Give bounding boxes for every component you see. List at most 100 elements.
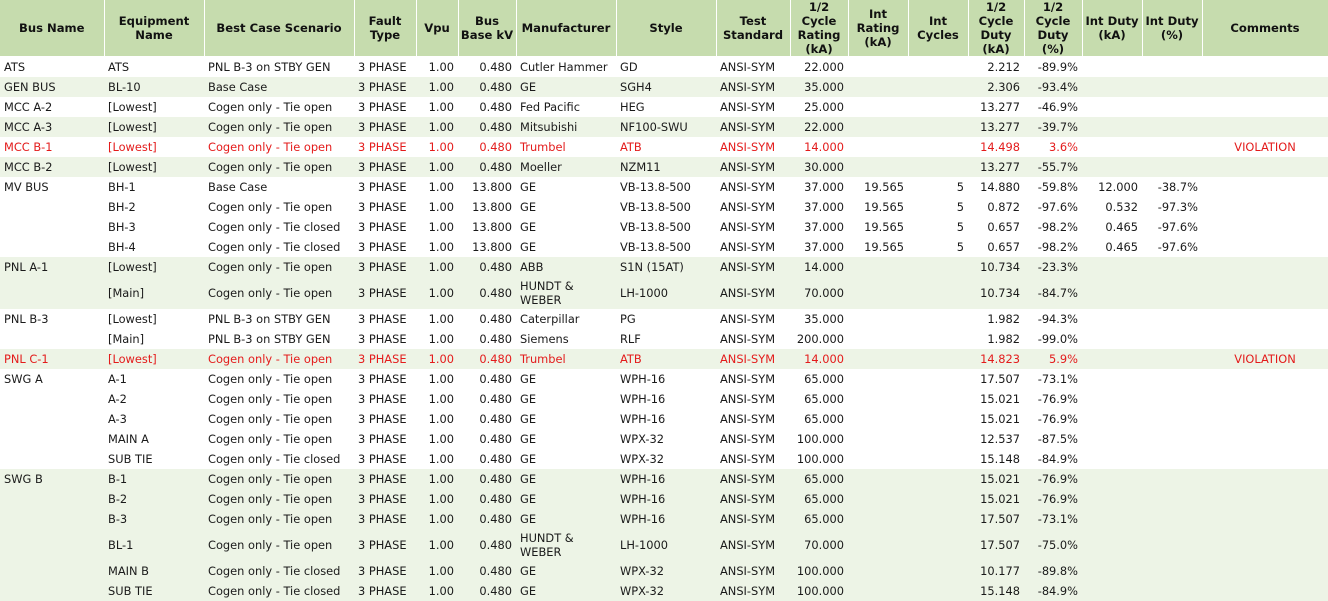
cell-half-cycle-duty-ka: 1.982 (987, 311, 1020, 326)
column-header-manufacturer[interactable]: Manufacturer (516, 0, 617, 57)
cell-manufacturer: GE (520, 371, 537, 386)
cell-int-cycles (908, 560, 968, 581)
cell-vpu: 1.00 (428, 371, 454, 386)
cell-half-cycle-duty-pct: -99.0% (1037, 331, 1078, 346)
column-header-int-duty-pct[interactable]: Int Duty (%) (1142, 0, 1203, 57)
table-row[interactable]: MV BUS BH-1 Base Case 3 PHASE 1.00 13.800 GE VB… (0, 177, 1328, 197)
table-row[interactable]: SUB TIE Cogen only - Tie closed 3 PHASE 1.0… (0, 580, 1328, 601)
cell-comments (1202, 389, 1328, 409)
table-row[interactable]: BL-1 Cogen only - Tie open 3 PHASE 1.00 0.48… (0, 528, 1328, 561)
table-row[interactable]: MCC B-1 [Lowest] Cogen only - Tie open 3 PH… (0, 137, 1328, 157)
table-row[interactable]: SWG B B-1 Cogen only - Tie open 3 PHASE 1.00… (0, 468, 1328, 489)
table-row[interactable]: BH-2 Cogen only - Tie open 3 PHASE 1.00 13.8… (0, 197, 1328, 217)
cell-int-rating (848, 369, 908, 389)
column-header-int-cycles[interactable]: Int Cycles (908, 0, 969, 57)
cell-half-cycle-duty-ka: 2.212 (987, 59, 1020, 74)
cell-bus-name (0, 197, 104, 217)
cell-int-duty-ka (1082, 528, 1142, 561)
table-row[interactable]: SWG A A-1 Cogen only - Tie open 3 PHASE 1.00… (0, 369, 1328, 389)
column-header-bus-name[interactable]: Bus Name (0, 0, 105, 57)
cell-comments (1202, 309, 1328, 329)
cell-half-cycle-duty-ka: 0.657 (987, 219, 1020, 234)
table-row[interactable]: PNL B-3 [Lowest] PNL B-3 on STBY GEN 3 PHAS… (0, 309, 1328, 329)
table-row[interactable]: SUB TIE Cogen only - Tie closed 3 PHASE 1.0… (0, 449, 1328, 469)
column-header-half-cycle-rating[interactable]: 1/2 Cycle Rating (kA) (790, 0, 849, 57)
cell-scenario: Cogen only - Tie open (208, 139, 333, 154)
table-row[interactable]: MAIN A Cogen only - Tie open 3 PHASE 1.00 0.… (0, 429, 1328, 449)
table-row[interactable]: [Main] PNL B-3 on STBY GEN 3 PHASE 1.00 0.48… (0, 329, 1328, 349)
cell-int-cycles (908, 508, 968, 529)
cell-test-standard: ANSI-SYM (716, 528, 790, 561)
cell-manufacturer: Moeller (516, 156, 616, 177)
cell-bus-base-kv: 0.480 (458, 156, 516, 177)
cell-comments (1202, 57, 1328, 77)
column-header-int-rating[interactable]: Int Rating (kA) (848, 0, 909, 57)
cell-comments (1202, 217, 1328, 237)
cell-fault-type: 3 PHASE (358, 371, 407, 386)
cell-half-cycle-duty-ka: 17.507 (968, 528, 1024, 561)
table-row[interactable]: [Main] Cogen only - Tie open 3 PHASE 1.00 0.… (0, 276, 1328, 309)
cell-equipment-name: [Lowest] (104, 348, 204, 369)
column-header-half-cycle-duty-ka[interactable]: 1/2 Cycle Duty (kA) (968, 0, 1025, 57)
table-row[interactable]: BH-4 Cogen only - Tie closed 3 PHASE 1.00 13… (0, 237, 1328, 257)
cell-int-cycles: 5 (956, 179, 964, 194)
cell-int-cycles (908, 449, 968, 469)
table-row[interactable]: PNL C-1 [Lowest] Cogen only - Tie open 3 PH… (0, 348, 1328, 369)
cell-bus-name: GEN BUS (0, 76, 104, 97)
cell-int-rating (848, 580, 908, 601)
column-header-equipment-name[interactable]: Equipment Name (104, 0, 205, 57)
table-row[interactable]: MCC A-2 [Lowest] Cogen only - Tie open 3 PH… (0, 97, 1328, 117)
cell-int-rating (848, 449, 908, 469)
cell-int-cycles (908, 528, 968, 561)
cell-style: HEG (620, 99, 645, 114)
column-header-style[interactable]: Style (616, 0, 717, 57)
cell-comments (1202, 488, 1328, 509)
table-row[interactable]: B-2 Cogen only - Tie open 3 PHASE 1.00 0.480… (0, 488, 1328, 509)
table-row[interactable]: PNL A-1 [Lowest] Cogen only - Tie open 3 PH… (0, 256, 1328, 277)
cell-half-cycle-rating: 14.000 (790, 348, 848, 369)
cell-style: LH-1000 (616, 528, 716, 561)
cell-int-duty-ka (1082, 449, 1142, 469)
cell-fault-type: 3 PHASE (354, 116, 416, 137)
cell-half-cycle-duty-pct: -97.6% (1037, 199, 1078, 214)
column-header-bus-base-kv[interactable]: Bus Base kV (458, 0, 517, 57)
cell-style: NF100-SWU (616, 116, 716, 137)
table-row[interactable]: A-2 Cogen only - Tie open 3 PHASE 1.00 0.480… (0, 389, 1328, 409)
column-header-int-duty-ka[interactable]: Int Duty (kA) (1082, 0, 1143, 57)
column-header-half-cycle-duty-pct[interactable]: 1/2 Cycle Duty (%) (1024, 0, 1083, 57)
cell-comments (1202, 197, 1328, 217)
column-header-vpu[interactable]: Vpu (416, 0, 459, 57)
cell-int-duty-ka (1082, 309, 1142, 329)
cell-int-duty-ka: 0.465 (1105, 219, 1138, 234)
column-header-test-standard[interactable]: Test Standard (716, 0, 791, 57)
cell-equipment-name: A-3 (108, 411, 127, 426)
cell-test-standard: ANSI-SYM (716, 348, 790, 369)
cell-vpu: 1.00 (416, 508, 458, 529)
cell-manufacturer: GE (516, 560, 616, 581)
cell-int-rating (848, 116, 908, 137)
cell-vpu: 1.00 (416, 156, 458, 177)
column-header-fault-type[interactable]: Fault Type (354, 0, 417, 57)
table-row[interactable]: ATS ATS PNL B-3 on STBY GEN 3 PHASE 1.00 0.48… (0, 57, 1328, 77)
table-row[interactable]: GEN BUS BL-10 Base Case 3 PHASE 1.00 0.480 GE S… (0, 76, 1328, 97)
table-row[interactable]: BH-3 Cogen only - Tie closed 3 PHASE 1.00 13… (0, 217, 1328, 237)
cell-fault-type: 3 PHASE (354, 508, 416, 529)
table-row[interactable]: B-3 Cogen only - Tie open 3 PHASE 1.00 0.480… (0, 508, 1328, 529)
cell-test-standard: ANSI-SYM (720, 391, 776, 406)
table-row[interactable]: MCC A-3 [Lowest] Cogen only - Tie open 3 PH… (0, 116, 1328, 137)
cell-half-cycle-duty-ka: 13.277 (968, 116, 1024, 137)
cell-manufacturer: GE (516, 468, 616, 489)
table-row[interactable]: MAIN B Cogen only - Tie closed 3 PHASE 1.00… (0, 560, 1328, 581)
cell-half-cycle-duty-pct: -76.9% (1037, 411, 1078, 426)
cell-scenario: Cogen only - Tie closed (208, 219, 341, 234)
cell-fault-type: 3 PHASE (358, 391, 407, 406)
table-row[interactable]: A-3 Cogen only - Tie open 3 PHASE 1.00 0.480… (0, 409, 1328, 429)
column-header-comments[interactable]: Comments (1202, 0, 1328, 57)
cell-bus-base-kv: 0.480 (479, 391, 512, 406)
cell-manufacturer: GE (520, 451, 537, 466)
cell-int-cycles: 5 (956, 219, 964, 234)
cell-half-cycle-duty-ka: 12.537 (980, 431, 1020, 446)
column-header-best-case-scenario[interactable]: Best Case Scenario (204, 0, 355, 57)
table-row[interactable]: MCC B-2 [Lowest] Cogen only - Tie open 3 PH… (0, 156, 1328, 177)
cell-vpu: 1.00 (416, 76, 458, 97)
